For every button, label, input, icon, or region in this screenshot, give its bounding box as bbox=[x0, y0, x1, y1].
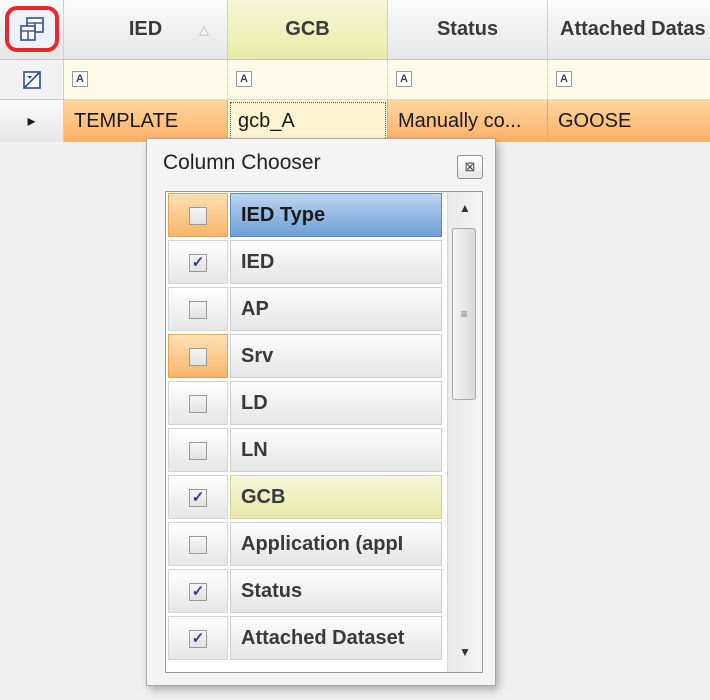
checkbox-cell: ✓ bbox=[168, 475, 228, 519]
column-item-ied-type[interactable]: IED Type bbox=[166, 192, 446, 238]
scroll-up-button[interactable]: ▲ bbox=[452, 196, 478, 220]
column-item-label: Application (appI bbox=[230, 522, 442, 566]
scroll-down-icon: ▼ bbox=[459, 645, 471, 659]
column-item-label: AP bbox=[230, 287, 442, 331]
table-cell[interactable]: TEMPLATE bbox=[64, 100, 228, 142]
column-item-label: IED Type bbox=[230, 193, 442, 237]
filter-operator-icon[interactable]: A bbox=[72, 71, 88, 87]
close-icon: ⊠ bbox=[464, 159, 476, 174]
column-item-ld[interactable]: LD bbox=[166, 380, 446, 426]
column-list: IED Type ✓ IED AP Srv LD LN ✓ GCB Applic… bbox=[165, 191, 483, 673]
column-chooser-button[interactable] bbox=[5, 6, 59, 52]
close-button[interactable]: ⊠ bbox=[457, 155, 483, 179]
checkbox-cell: ✓ bbox=[168, 616, 228, 660]
checkbox[interactable] bbox=[189, 348, 207, 366]
checkbox-cell bbox=[168, 381, 228, 425]
checkbox-cell bbox=[168, 522, 228, 566]
checkbox-cell bbox=[168, 287, 228, 331]
checkbox[interactable] bbox=[189, 395, 207, 413]
cell-value: TEMPLATE bbox=[74, 109, 179, 132]
column-item-ap[interactable]: AP bbox=[166, 286, 446, 332]
column-header-label: IED bbox=[128, 18, 163, 40]
checkbox[interactable]: ✓ bbox=[189, 583, 207, 601]
column-header-attached-dataset[interactable]: Attached Datas bbox=[548, 0, 710, 60]
column-header-gcb[interactable]: GCB bbox=[228, 0, 388, 60]
sort-ascending-icon: △ bbox=[199, 22, 209, 37]
grid-corner bbox=[0, 0, 64, 60]
column-header-label: Attached Datas bbox=[560, 18, 706, 40]
table-cell[interactable]: Manually co... bbox=[388, 100, 548, 142]
filter-operator-icon[interactable]: A bbox=[236, 71, 252, 87]
column-item-application[interactable]: Application (appI bbox=[166, 521, 446, 567]
column-item-srv[interactable]: Srv bbox=[166, 333, 446, 379]
column-item-label: IED bbox=[230, 240, 442, 284]
column-header-ied[interactable]: IED △ bbox=[64, 0, 228, 60]
checkbox[interactable]: ✓ bbox=[189, 254, 207, 272]
column-item-label: Srv bbox=[230, 334, 442, 378]
cell-value: gcb_A bbox=[238, 109, 295, 132]
column-item-label: Attached Dataset bbox=[230, 616, 442, 660]
filter-cell-attached-dataset[interactable]: A bbox=[548, 60, 710, 100]
checkbox[interactable] bbox=[189, 442, 207, 460]
scroll-up-icon: ▲ bbox=[459, 201, 471, 215]
column-item-label: GCB bbox=[230, 475, 442, 519]
column-header-status[interactable]: Status bbox=[388, 0, 548, 60]
vertical-scrollbar[interactable]: ▲ ≡ ▼ bbox=[447, 192, 482, 672]
checkbox-cell bbox=[168, 428, 228, 472]
current-row-icon: ▸ bbox=[27, 113, 36, 130]
scroll-down-button[interactable]: ▼ bbox=[452, 640, 478, 664]
cell-value: GOOSE bbox=[558, 109, 632, 132]
table-cell-focused[interactable]: gcb_A bbox=[228, 100, 388, 142]
checkbox[interactable] bbox=[189, 301, 207, 319]
checkbox[interactable] bbox=[189, 207, 207, 225]
column-item-ied[interactable]: ✓ IED bbox=[166, 239, 446, 285]
column-item-ln[interactable]: LN bbox=[166, 427, 446, 473]
column-item-status[interactable]: ✓ Status bbox=[166, 568, 446, 614]
checkbox-cell: ✓ bbox=[168, 569, 228, 613]
table-cell[interactable]: GOOSE bbox=[548, 100, 710, 142]
filter-cell-status[interactable]: A bbox=[388, 60, 548, 100]
column-chooser-icon bbox=[20, 17, 44, 41]
checkbox[interactable] bbox=[189, 536, 207, 554]
filter-cell-gcb[interactable]: A bbox=[228, 60, 388, 100]
dialog-title: Column Chooser bbox=[163, 151, 321, 174]
cell-value: Manually co... bbox=[398, 109, 522, 132]
column-item-label: LN bbox=[230, 428, 442, 472]
checkbox[interactable]: ✓ bbox=[189, 630, 207, 648]
column-header-label: Status bbox=[436, 18, 499, 40]
filter-operator-icon[interactable]: A bbox=[556, 71, 572, 87]
checkbox[interactable]: ✓ bbox=[189, 489, 207, 507]
column-item-gcb[interactable]: ✓ GCB bbox=[166, 474, 446, 520]
checkbox-cell bbox=[168, 193, 228, 237]
column-item-label: LD bbox=[230, 381, 442, 425]
column-header-label: GCB bbox=[285, 18, 330, 40]
checkbox-cell bbox=[168, 334, 228, 378]
filter-operator-icon[interactable]: A bbox=[396, 71, 412, 87]
filter-cell-ied[interactable]: A bbox=[64, 60, 228, 100]
column-chooser-dialog: Column Chooser ⊠ IED Type ✓ IED AP Srv L… bbox=[146, 138, 496, 686]
filter-clear-button[interactable] bbox=[0, 60, 64, 100]
scrollbar-thumb[interactable]: ≡ bbox=[452, 228, 476, 400]
grip-icon: ≡ bbox=[460, 307, 468, 321]
row-indicator[interactable]: ▸ bbox=[0, 100, 64, 142]
column-item-label: Status bbox=[230, 569, 442, 613]
column-item-attached-dataset[interactable]: ✓ Attached Dataset bbox=[166, 615, 446, 661]
checkbox-cell: ✓ bbox=[168, 240, 228, 284]
filter-clear-icon bbox=[22, 70, 41, 89]
